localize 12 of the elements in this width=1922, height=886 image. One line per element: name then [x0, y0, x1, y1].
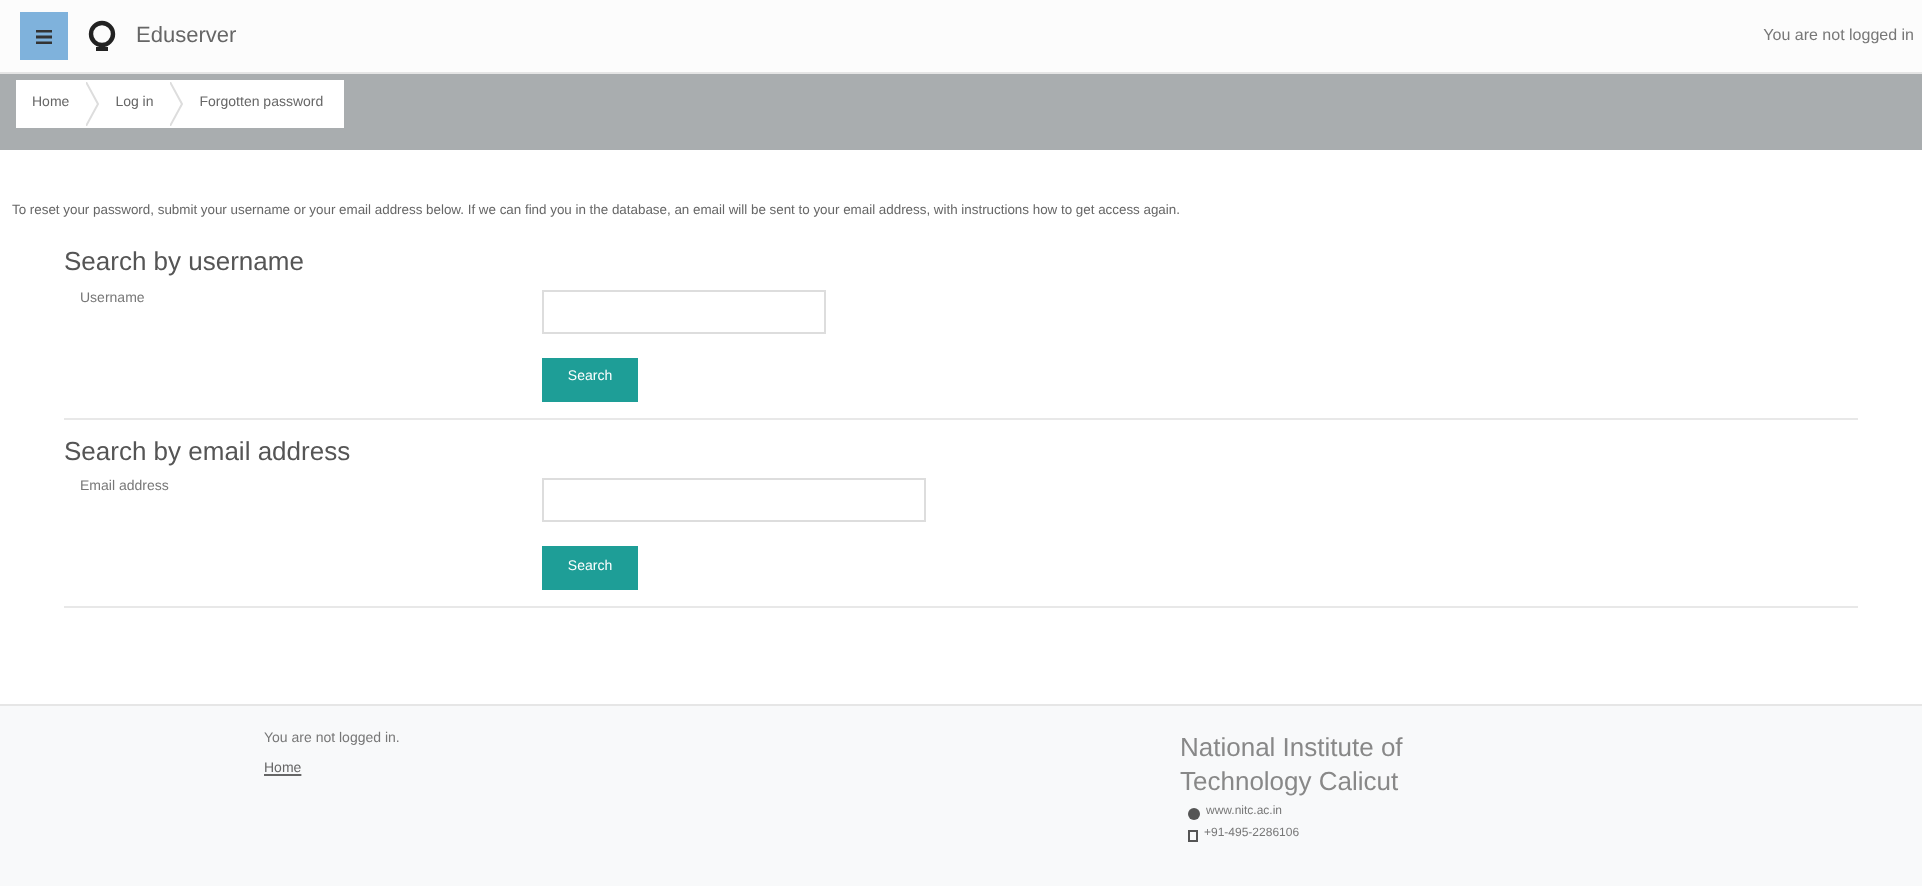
brand-name[interactable]: Eduserver — [136, 19, 237, 53]
chevron-icon — [85, 82, 100, 127]
menu-icon — [36, 29, 52, 43]
section-heading: Search by email address — [64, 433, 353, 470]
chevron-icon — [169, 82, 184, 127]
login-status: You are not logged in — [1763, 24, 1914, 48]
input-field[interactable] — [542, 289, 826, 334]
institute-name: National Institute of Technology Calicut — [1180, 730, 1405, 798]
menu-button[interactable] — [20, 12, 68, 60]
input-field[interactable] — [542, 478, 926, 523]
logo-icon — [88, 20, 116, 52]
section-heading: Search by username — [64, 244, 306, 281]
